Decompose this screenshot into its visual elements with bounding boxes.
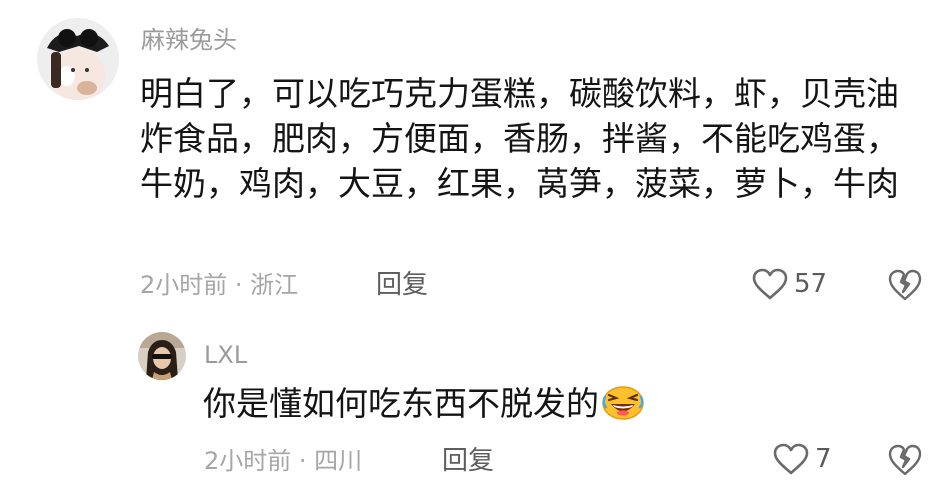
like-button[interactable]: 7 <box>773 443 832 475</box>
comment-meta: 2小时前 · 浙江 <box>140 271 299 299</box>
avatar[interactable] <box>37 18 119 100</box>
reply-button[interactable]: 回复 <box>442 446 494 476</box>
laughing-face-icon <box>601 385 645 432</box>
comment-meta: 2小时前 · 四川 <box>204 447 363 475</box>
broken-heart-icon <box>888 444 922 480</box>
like-count: 7 <box>815 444 832 474</box>
like-button[interactable]: 57 <box>752 268 827 300</box>
comment-text: 你是懂如何吃东西不脱发的 <box>203 381 903 432</box>
avatar[interactable] <box>138 332 186 380</box>
avatar-image <box>37 18 119 100</box>
dislike-button[interactable] <box>888 269 922 305</box>
heart-icon <box>773 443 809 475</box>
username[interactable]: 麻辣兔头 <box>141 25 237 55</box>
like-count: 57 <box>794 269 828 299</box>
avatar-image <box>138 332 186 380</box>
username[interactable]: LXL <box>204 340 247 370</box>
broken-heart-icon <box>888 269 922 305</box>
comment-text: 明白了，可以吃巧克力蛋糕，碳酸饮料，虾，贝壳油炸食品，肥肉，方便面，香肠，拌酱，… <box>140 74 899 203</box>
heart-icon <box>752 268 788 300</box>
dislike-button[interactable] <box>888 444 922 480</box>
comment-text-body: 你是懂如何吃东西不脱发的 <box>203 384 599 423</box>
reply-button[interactable]: 回复 <box>376 270 428 300</box>
